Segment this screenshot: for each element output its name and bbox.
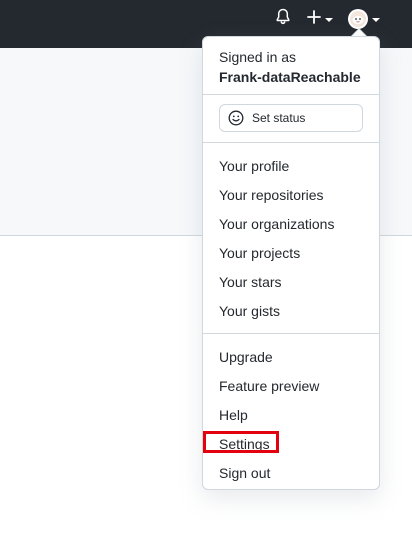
divider (203, 333, 379, 334)
smiley-icon (228, 110, 244, 126)
user-dropdown-menu: Signed in as Frank-dataReachable Set sta… (202, 36, 380, 490)
menu-item-your-organizations[interactable]: Your organizations (219, 214, 334, 234)
menu-item-feature-preview[interactable]: Feature preview (219, 376, 319, 396)
username: Frank-dataReachable (219, 69, 361, 85)
menu-item-your-gists[interactable]: Your gists (219, 301, 280, 321)
divider (203, 142, 379, 143)
menu-item-your-projects[interactable]: Your projects (219, 243, 300, 263)
chevron-down-icon (325, 18, 333, 22)
signed-in-label: Signed in as (219, 49, 297, 65)
divider (203, 94, 379, 95)
create-new-button[interactable] (304, 8, 336, 30)
chevron-down-icon (372, 18, 380, 22)
plus-icon (307, 9, 321, 29)
avatar-icon (348, 9, 368, 29)
menu-item-upgrade[interactable]: Upgrade (219, 347, 273, 367)
set-status-button[interactable]: Set status (219, 104, 363, 132)
menu-item-help[interactable]: Help (219, 405, 248, 425)
menu-item-your-stars[interactable]: Your stars (219, 272, 282, 292)
dropdown-pointer (352, 29, 366, 36)
menu-item-your-repositories[interactable]: Your repositories (219, 185, 324, 205)
set-status-label: Set status (252, 111, 306, 125)
notifications-button[interactable] (270, 8, 296, 30)
menu-item-your-profile[interactable]: Your profile (219, 156, 289, 176)
bell-icon (275, 8, 291, 30)
menu-item-sign-out[interactable]: Sign out (219, 463, 270, 483)
settings-highlight-box (203, 431, 279, 453)
signed-in-header: Signed in as Frank-dataReachable (219, 47, 361, 87)
